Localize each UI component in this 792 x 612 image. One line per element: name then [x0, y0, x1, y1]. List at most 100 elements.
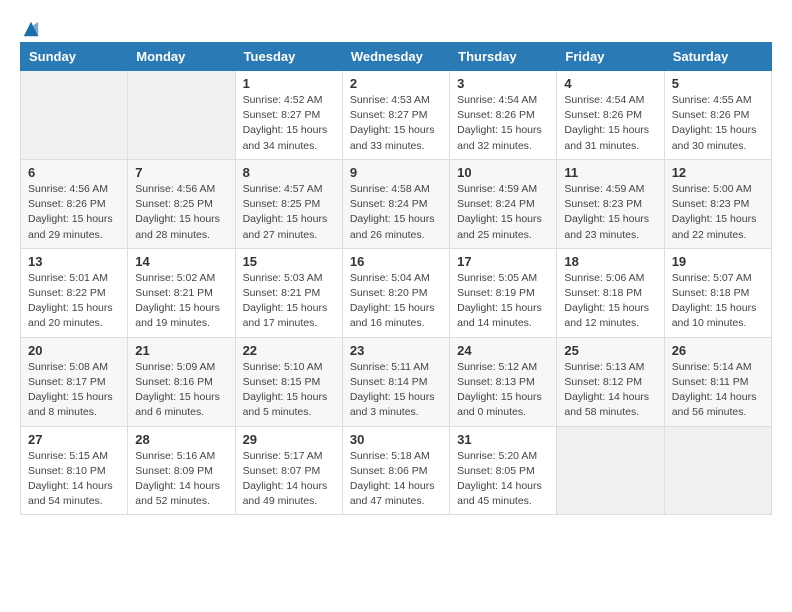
day-info: Sunrise: 4:56 AM Sunset: 8:26 PM Dayligh… [28, 182, 120, 243]
day-number: 31 [457, 432, 549, 447]
day-info: Sunrise: 4:58 AM Sunset: 8:24 PM Dayligh… [350, 182, 442, 243]
day-number: 20 [28, 343, 120, 358]
day-number: 9 [350, 165, 442, 180]
day-of-week-header: Tuesday [235, 43, 342, 71]
day-number: 2 [350, 76, 442, 91]
day-info: Sunrise: 5:14 AM Sunset: 8:11 PM Dayligh… [672, 360, 764, 421]
calendar-cell: 26 Sunrise: 5:14 AM Sunset: 8:11 PM Dayli… [664, 337, 771, 426]
day-info: Sunrise: 4:59 AM Sunset: 8:24 PM Dayligh… [457, 182, 549, 243]
calendar-cell: 25 Sunrise: 5:13 AM Sunset: 8:12 PM Dayli… [557, 337, 664, 426]
day-number: 1 [243, 76, 335, 91]
calendar-cell: 4 Sunrise: 4:54 AM Sunset: 8:26 PM Daylig… [557, 71, 664, 160]
day-info: Sunrise: 4:53 AM Sunset: 8:27 PM Dayligh… [350, 93, 442, 154]
day-number: 5 [672, 76, 764, 91]
calendar-cell: 1 Sunrise: 4:52 AM Sunset: 8:27 PM Daylig… [235, 71, 342, 160]
day-info: Sunrise: 5:10 AM Sunset: 8:15 PM Dayligh… [243, 360, 335, 421]
day-number: 19 [672, 254, 764, 269]
calendar-cell: 22 Sunrise: 5:10 AM Sunset: 8:15 PM Dayli… [235, 337, 342, 426]
day-number: 28 [135, 432, 227, 447]
day-info: Sunrise: 5:17 AM Sunset: 8:07 PM Dayligh… [243, 449, 335, 510]
day-number: 26 [672, 343, 764, 358]
calendar-cell: 12 Sunrise: 5:00 AM Sunset: 8:23 PM Dayli… [664, 159, 771, 248]
day-number: 14 [135, 254, 227, 269]
day-number: 24 [457, 343, 549, 358]
calendar-cell: 8 Sunrise: 4:57 AM Sunset: 8:25 PM Daylig… [235, 159, 342, 248]
calendar-cell: 20 Sunrise: 5:08 AM Sunset: 8:17 PM Dayli… [21, 337, 128, 426]
day-of-week-header: Sunday [21, 43, 128, 71]
day-number: 12 [672, 165, 764, 180]
calendar-cell [128, 71, 235, 160]
day-number: 3 [457, 76, 549, 91]
day-info: Sunrise: 5:15 AM Sunset: 8:10 PM Dayligh… [28, 449, 120, 510]
day-info: Sunrise: 5:02 AM Sunset: 8:21 PM Dayligh… [135, 271, 227, 332]
calendar-cell: 21Sunrise: 5:09 AM Sunset: 8:16 PM Dayli… [128, 337, 235, 426]
day-number: 13 [28, 254, 120, 269]
day-number: 29 [243, 432, 335, 447]
day-of-week-header: Wednesday [342, 43, 449, 71]
day-of-week-header: Thursday [450, 43, 557, 71]
day-info: Sunrise: 5:07 AM Sunset: 8:18 PM Dayligh… [672, 271, 764, 332]
day-info: Sunrise: 5:13 AM Sunset: 8:12 PM Dayligh… [564, 360, 656, 421]
day-number: 22 [243, 343, 335, 358]
day-info: Sunrise: 5:08 AM Sunset: 8:17 PM Dayligh… [28, 360, 120, 421]
calendar-cell: 16 Sunrise: 5:04 AM Sunset: 8:20 PM Dayli… [342, 248, 449, 337]
calendar-cell: 30 Sunrise: 5:18 AM Sunset: 8:06 PM Dayli… [342, 426, 449, 515]
day-info: Sunrise: 5:18 AM Sunset: 8:06 PM Dayligh… [350, 449, 442, 510]
day-number: 25 [564, 343, 656, 358]
day-number: 8 [243, 165, 335, 180]
day-info: Sunrise: 5:04 AM Sunset: 8:20 PM Dayligh… [350, 271, 442, 332]
calendar-cell: 24 Sunrise: 5:12 AM Sunset: 8:13 PM Dayli… [450, 337, 557, 426]
day-info: Sunrise: 5:09 AM Sunset: 8:16 PM Dayligh… [135, 360, 227, 421]
calendar-cell: 3 Sunrise: 4:54 AM Sunset: 8:26 PM Daylig… [450, 71, 557, 160]
day-number: 4 [564, 76, 656, 91]
calendar-cell: 31 Sunrise: 5:20 AM Sunset: 8:05 PM Dayli… [450, 426, 557, 515]
day-info: Sunrise: 5:01 AM Sunset: 8:22 PM Dayligh… [28, 271, 120, 332]
day-number: 6 [28, 165, 120, 180]
day-info: Sunrise: 5:16 AM Sunset: 8:09 PM Dayligh… [135, 449, 227, 510]
calendar-cell: 9 Sunrise: 4:58 AM Sunset: 8:24 PM Daylig… [342, 159, 449, 248]
calendar-cell: 10 Sunrise: 4:59 AM Sunset: 8:24 PM Dayli… [450, 159, 557, 248]
calendar-cell: 27 Sunrise: 5:15 AM Sunset: 8:10 PM Dayli… [21, 426, 128, 515]
calendar-cell: 2 Sunrise: 4:53 AM Sunset: 8:27 PM Daylig… [342, 71, 449, 160]
calendar-cell: 18 Sunrise: 5:06 AM Sunset: 8:18 PM Dayli… [557, 248, 664, 337]
day-info: Sunrise: 5:03 AM Sunset: 8:21 PM Dayligh… [243, 271, 335, 332]
day-of-week-header: Friday [557, 43, 664, 71]
day-number: 17 [457, 254, 549, 269]
calendar-cell: 19 Sunrise: 5:07 AM Sunset: 8:18 PM Dayli… [664, 248, 771, 337]
day-info: Sunrise: 4:52 AM Sunset: 8:27 PM Dayligh… [243, 93, 335, 154]
calendar-cell: 17 Sunrise: 5:05 AM Sunset: 8:19 PM Dayli… [450, 248, 557, 337]
calendar-cell: 7 Sunrise: 4:56 AM Sunset: 8:25 PM Daylig… [128, 159, 235, 248]
day-number: 10 [457, 165, 549, 180]
day-info: Sunrise: 5:12 AM Sunset: 8:13 PM Dayligh… [457, 360, 549, 421]
day-number: 18 [564, 254, 656, 269]
day-info: Sunrise: 4:55 AM Sunset: 8:26 PM Dayligh… [672, 93, 764, 154]
calendar-cell [21, 71, 128, 160]
day-info: Sunrise: 5:11 AM Sunset: 8:14 PM Dayligh… [350, 360, 442, 421]
day-info: Sunrise: 5:06 AM Sunset: 8:18 PM Dayligh… [564, 271, 656, 332]
day-info: Sunrise: 5:20 AM Sunset: 8:05 PM Dayligh… [457, 449, 549, 510]
day-number: 27 [28, 432, 120, 447]
calendar-table: SundayMondayTuesdayWednesdayThursdayFrid… [20, 42, 772, 515]
logo-icon [22, 20, 40, 38]
logo [20, 20, 40, 32]
day-of-week-header: Monday [128, 43, 235, 71]
calendar-cell: 11Sunrise: 4:59 AM Sunset: 8:23 PM Dayli… [557, 159, 664, 248]
calendar-cell: 14 Sunrise: 5:02 AM Sunset: 8:21 PM Dayli… [128, 248, 235, 337]
calendar-cell: 23Sunrise: 5:11 AM Sunset: 8:14 PM Dayli… [342, 337, 449, 426]
day-info: Sunrise: 5:00 AM Sunset: 8:23 PM Dayligh… [672, 182, 764, 243]
day-number: 16 [350, 254, 442, 269]
day-number: 7 [135, 165, 227, 180]
day-info: Sunrise: 4:56 AM Sunset: 8:25 PM Dayligh… [135, 182, 227, 243]
day-number: 30 [350, 432, 442, 447]
calendar-cell: 15 Sunrise: 5:03 AM Sunset: 8:21 PM Dayli… [235, 248, 342, 337]
day-info: Sunrise: 4:59 AM Sunset: 8:23 PM Dayligh… [564, 182, 656, 243]
day-info: Sunrise: 5:05 AM Sunset: 8:19 PM Dayligh… [457, 271, 549, 332]
day-info: Sunrise: 4:54 AM Sunset: 8:26 PM Dayligh… [564, 93, 656, 154]
calendar-cell: 28 Sunrise: 5:16 AM Sunset: 8:09 PM Dayli… [128, 426, 235, 515]
day-of-week-header: Saturday [664, 43, 771, 71]
day-info: Sunrise: 4:54 AM Sunset: 8:26 PM Dayligh… [457, 93, 549, 154]
page-header [20, 20, 772, 32]
day-number: 15 [243, 254, 335, 269]
calendar-cell [557, 426, 664, 515]
day-info: Sunrise: 4:57 AM Sunset: 8:25 PM Dayligh… [243, 182, 335, 243]
